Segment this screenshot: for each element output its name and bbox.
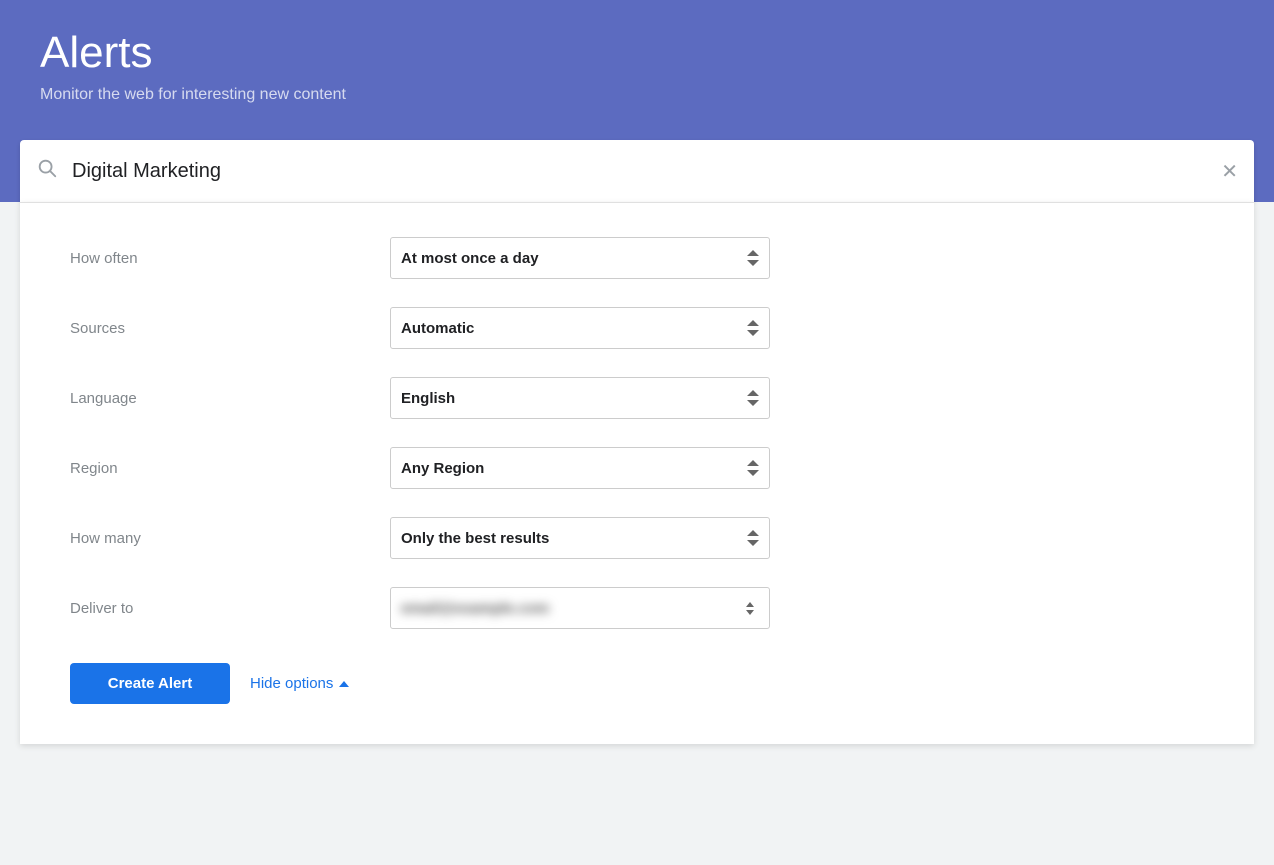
hide-options-label: Hide options [250,675,333,692]
deliver-to-value: email@example.com [391,600,739,617]
deliver-to-arrows [739,602,769,615]
options-panel: How often At most once a day As-it-happe… [20,202,1254,744]
how-many-label: How many [70,530,390,547]
create-alert-button[interactable]: Create Alert [70,663,230,704]
how-often-label: How often [70,250,390,267]
how-many-row: How many Only the best results All resul… [70,503,1204,573]
deliver-to-label: Deliver to [70,600,390,617]
chevron-up-icon [339,681,349,687]
region-label: Region [70,460,390,477]
language-select[interactable]: English Spanish French German [390,377,770,419]
region-row: Region Any Region United States United K… [70,433,1204,503]
sources-select[interactable]: Automatic News Blogs Web Video Books Dis… [390,307,770,349]
header: Alerts Monitor the web for interesting n… [0,0,1274,140]
deliver-to-wrapper[interactable]: email@example.com [390,587,770,629]
language-row: Language English Spanish French German [70,363,1204,433]
language-label: Language [70,390,390,407]
sources-label: Sources [70,320,390,337]
how-often-row: How often At most once a day As-it-happe… [70,223,1204,293]
search-icon [36,157,58,185]
sources-row: Sources Automatic News Blogs Web Video B… [70,293,1204,363]
hide-options-link[interactable]: Hide options [250,675,349,692]
clear-icon[interactable]: ✕ [1221,159,1238,184]
how-often-select[interactable]: At most once a day As-it-happens At most… [390,237,770,279]
header-subtitle: Monitor the web for interesting new cont… [40,86,1234,104]
how-many-select[interactable]: Only the best results All results [390,517,770,559]
search-bar-container: ✕ [0,140,1274,202]
page-title: Alerts [40,28,1234,78]
actions-row: Create Alert Hide options [70,643,1204,714]
deliver-to-row: Deliver to email@example.com [70,573,1204,643]
search-input[interactable] [72,160,1221,183]
search-bar-wrapper: ✕ [20,140,1254,202]
region-select[interactable]: Any Region United States United Kingdom [390,447,770,489]
